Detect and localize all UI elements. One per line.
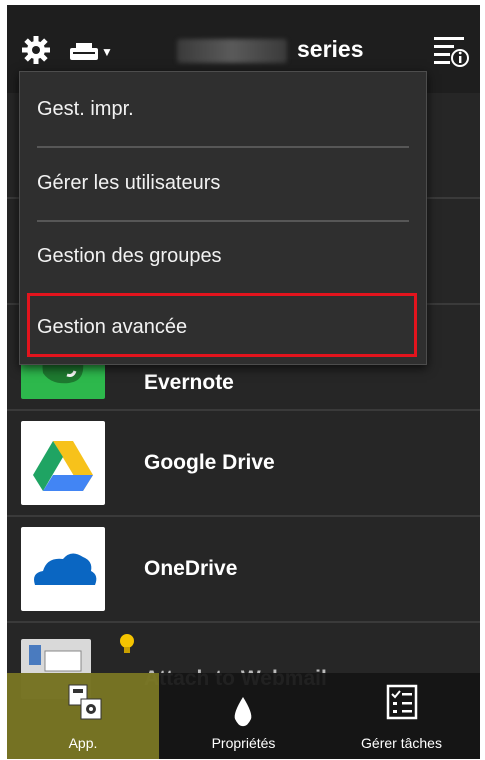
- menu-item-printer-management[interactable]: Gest. impr.: [20, 76, 426, 146]
- menu-item-group-management[interactable]: Gestion des groupes: [20, 223, 426, 293]
- tab-label: Gérer tâches: [361, 735, 442, 751]
- chevron-down-icon[interactable]: ▼: [101, 45, 113, 59]
- app-label: Evernote: [144, 371, 234, 394]
- bulb-icon: [120, 634, 134, 653]
- phone-screen: ▼ series Evernote Google Drive OneDrive …: [7, 5, 480, 759]
- app-label: Google Drive: [144, 451, 275, 474]
- app-label: OneDrive: [144, 557, 238, 580]
- menu-item-label: Gest. impr.: [37, 98, 134, 120]
- menu-item-label: Gérer les utilisateurs: [37, 172, 221, 194]
- info-list-icon[interactable]: [432, 33, 470, 71]
- series-label: series: [297, 36, 364, 62]
- tab-manage-tasks[interactable]: Gérer tâches: [323, 673, 480, 759]
- tab-properties[interactable]: Propriétés: [165, 673, 322, 759]
- printer-model-name: [177, 39, 287, 63]
- apps-icon: [68, 684, 102, 720]
- task-list-icon: [386, 684, 418, 720]
- menu-divider: [37, 146, 409, 148]
- google-drive-icon: [21, 421, 105, 505]
- menu-divider: [37, 220, 409, 222]
- tab-label: App.: [68, 735, 98, 751]
- menu-item-label: Gestion des groupes: [37, 245, 222, 267]
- tab-apps[interactable]: App.: [7, 673, 159, 759]
- onedrive-icon: [21, 527, 105, 611]
- menu-item-manage-users[interactable]: Gérer les utilisateurs: [20, 150, 426, 220]
- ink-drop-icon: [234, 697, 252, 727]
- settings-dropdown-menu: Gest. impr. Gérer les utilisateurs Gesti…: [19, 71, 427, 365]
- printer-icon[interactable]: [69, 41, 99, 63]
- bottom-tab-bar: App. Propriétés Gérer tâches: [7, 673, 480, 759]
- list-item-onedrive[interactable]: OneDrive: [7, 517, 480, 623]
- gear-icon[interactable]: [21, 35, 51, 65]
- list-item-google-drive[interactable]: Google Drive: [7, 411, 480, 517]
- highlight-box: [27, 293, 417, 357]
- tab-label: Propriétés: [211, 735, 276, 751]
